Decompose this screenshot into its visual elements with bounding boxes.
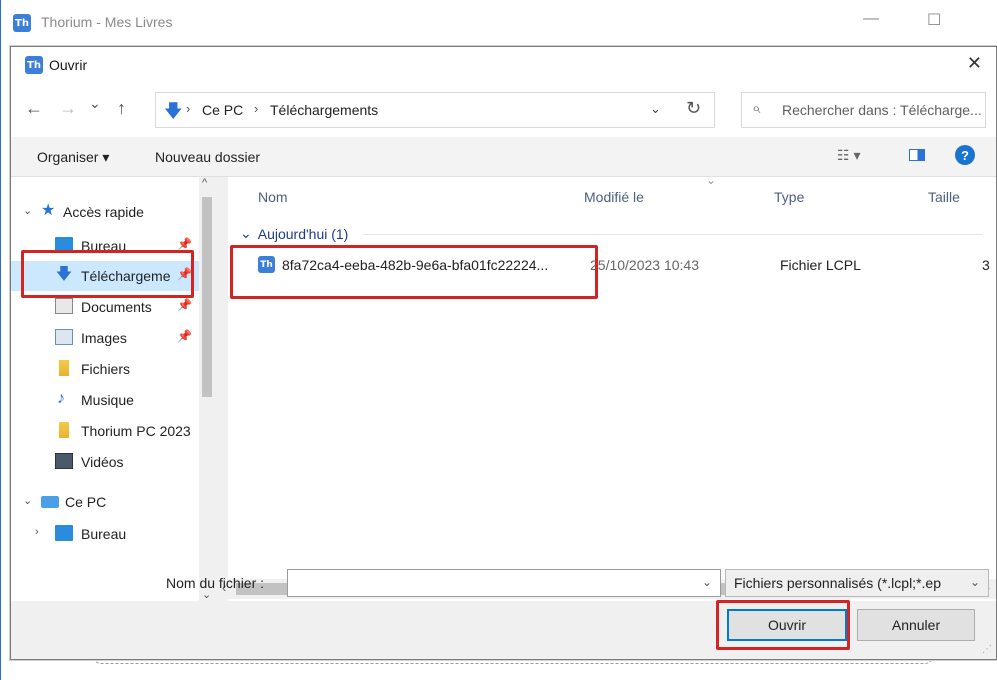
scroll-up-icon[interactable]: ^ bbox=[202, 177, 207, 189]
nav-item-label: Thorium PC 2023 bbox=[81, 423, 191, 439]
file-list-pane: Nom Modifié le Type Taille ⌄ ⌄ Aujourd'h… bbox=[228, 173, 996, 601]
music-icon: ♪ bbox=[57, 390, 65, 407]
documents-icon bbox=[55, 298, 73, 314]
expand-chevron-icon[interactable]: ⌄ bbox=[23, 494, 32, 507]
filetype-select[interactable]: Fichiers personnalisés (*.lcpl;*.ep ⌄ bbox=[725, 569, 989, 597]
minimize-icon[interactable]: — bbox=[863, 10, 879, 28]
breadcrumb-separator: › bbox=[186, 101, 191, 116]
background-titlebar: Th Thorium - Mes Livres — ☐ bbox=[1, 0, 997, 46]
group-header-today[interactable]: ⌄ Aujourd'hui (1) bbox=[240, 225, 348, 242]
view-options-icon[interactable]: ☷ ▾ bbox=[837, 147, 860, 164]
nav-item-label: Documents bbox=[81, 299, 152, 315]
folder-icon bbox=[59, 422, 69, 438]
close-icon[interactable]: ✕ bbox=[967, 53, 982, 74]
group-divider bbox=[363, 234, 983, 235]
search-placeholder: Rechercher dans : Télécharge... bbox=[782, 102, 982, 118]
downloads-icon: 🡇 bbox=[164, 101, 183, 121]
star-icon: ★ bbox=[41, 202, 56, 219]
nav-item-label: Bureau bbox=[81, 526, 127, 542]
address-row: ← → ⌄ ↑ 🡇 › Ce PC › Téléchargements ⌄ ↻ … bbox=[11, 83, 996, 137]
column-header-name[interactable]: Nom bbox=[258, 189, 288, 205]
nav-item-label: Musique bbox=[81, 392, 134, 408]
nav-item-fichiers[interactable]: Fichiers bbox=[11, 354, 199, 384]
back-arrow-icon[interactable]: ← bbox=[25, 98, 43, 119]
nav-item-music[interactable]: ♪ Musique bbox=[11, 385, 199, 415]
command-toolbar: Organiser ▾ Nouveau dossier ☷ ▾ ? bbox=[11, 137, 996, 177]
nav-item-label: Images bbox=[81, 330, 127, 346]
navigation-pane: ⌄ ★ Accès rapide Bureau 📌 🡇 Téléchargeme… bbox=[11, 177, 216, 601]
videos-icon bbox=[55, 453, 73, 469]
file-modified: 25/10/2023 10:43 bbox=[590, 257, 699, 273]
background-window-title: Thorium - Mes Livres bbox=[41, 14, 173, 30]
file-type: Fichier LCPL bbox=[780, 257, 861, 273]
highlight-downloads bbox=[21, 250, 194, 298]
recent-locations-chevron-icon[interactable]: ⌄ bbox=[89, 95, 101, 112]
preview-pane-icon[interactable] bbox=[909, 149, 925, 161]
breadcrumb-separator: › bbox=[254, 101, 259, 116]
images-icon bbox=[55, 329, 73, 345]
new-folder-button[interactable]: Nouveau dossier bbox=[155, 149, 260, 165]
file-size: 3 bbox=[982, 257, 990, 273]
nav-item-videos[interactable]: Vidéos bbox=[11, 447, 199, 477]
dialog-titlebar: Th Ouvrir ✕ bbox=[11, 47, 996, 83]
dialog-app-icon: Th bbox=[25, 56, 43, 74]
address-bar[interactable]: 🡇 › Ce PC › Téléchargements ⌄ ↻ bbox=[155, 92, 715, 128]
nav-item-this-pc[interactable]: ⌄ Ce PC bbox=[11, 487, 199, 517]
filename-label: Nom du fichier : bbox=[166, 575, 265, 591]
column-header-size[interactable]: Taille bbox=[928, 189, 960, 205]
nav-item-thorium-pc[interactable]: Thorium PC 2023 bbox=[11, 416, 199, 446]
highlight-open-button bbox=[716, 600, 850, 650]
pin-icon: 📌 bbox=[177, 237, 192, 251]
highlight-file bbox=[230, 245, 598, 299]
dialog-title: Ouvrir bbox=[49, 57, 88, 73]
search-input[interactable]: ⌕ Rechercher dans : Télécharge... bbox=[741, 92, 986, 128]
pin-icon: 📌 bbox=[177, 329, 192, 343]
resize-grip-icon[interactable]: ⋰ bbox=[982, 644, 992, 655]
collapse-chevron-icon[interactable]: ⌄ bbox=[240, 225, 252, 242]
desktop-icon bbox=[55, 525, 73, 541]
nav-item-label: Vidéos bbox=[81, 454, 124, 470]
up-arrow-icon[interactable]: ↑ bbox=[117, 98, 126, 119]
thorium-app-icon: Th bbox=[13, 14, 31, 32]
nav-item-quick-access[interactable]: ⌄ ★ Accès rapide bbox=[11, 197, 199, 227]
breadcrumb-downloads[interactable]: Téléchargements bbox=[270, 102, 378, 118]
search-icon: ⌕ bbox=[752, 100, 761, 117]
column-header-modified[interactable]: Modifié le bbox=[584, 189, 644, 205]
nav-pane-scrollbar[interactable]: ^ ⌄ bbox=[199, 177, 216, 601]
help-icon[interactable]: ? bbox=[955, 145, 975, 165]
forward-arrow-icon[interactable]: → bbox=[59, 98, 77, 119]
nav-item-images[interactable]: Images 📌 bbox=[11, 323, 199, 353]
folder-icon bbox=[59, 360, 69, 376]
pc-icon bbox=[41, 496, 59, 508]
filetype-chevron-icon: ⌄ bbox=[969, 575, 980, 589]
organize-button[interactable]: Organiser ▾ bbox=[37, 149, 109, 166]
filetype-value: Fichiers personnalisés (*.lcpl;*.ep bbox=[734, 575, 941, 591]
nav-item-label: Ce PC bbox=[65, 494, 107, 510]
filename-history-chevron-icon[interactable]: ⌄ bbox=[702, 575, 712, 589]
filename-input[interactable]: ⌄ bbox=[287, 569, 721, 597]
refresh-icon[interactable]: ↻ bbox=[686, 98, 701, 119]
nav-item-label: Fichiers bbox=[81, 361, 131, 377]
maximize-icon[interactable]: ☐ bbox=[927, 10, 941, 30]
breadcrumb-this-pc[interactable]: Ce PC bbox=[202, 102, 243, 118]
column-header-type[interactable]: Type bbox=[774, 189, 804, 205]
open-file-dialog: Th Ouvrir ✕ ← → ⌄ ↑ 🡇 › Ce PC › Téléchar… bbox=[10, 46, 997, 660]
pin-icon: 📌 bbox=[177, 298, 192, 312]
cancel-button[interactable]: Annuler bbox=[857, 609, 975, 641]
nav-item-this-pc-desktop[interactable]: › Bureau bbox=[11, 519, 199, 549]
expand-chevron-icon[interactable]: › bbox=[35, 526, 39, 538]
sort-caret-icon: ⌄ bbox=[706, 173, 717, 187]
nav-item-label: Accès rapide bbox=[63, 204, 144, 220]
group-label: Aujourd'hui (1) bbox=[257, 225, 349, 242]
scrollbar-thumb[interactable] bbox=[202, 197, 212, 397]
address-dropdown-chevron-icon[interactable]: ⌄ bbox=[650, 101, 661, 117]
expand-chevron-icon[interactable]: ⌄ bbox=[23, 204, 32, 217]
